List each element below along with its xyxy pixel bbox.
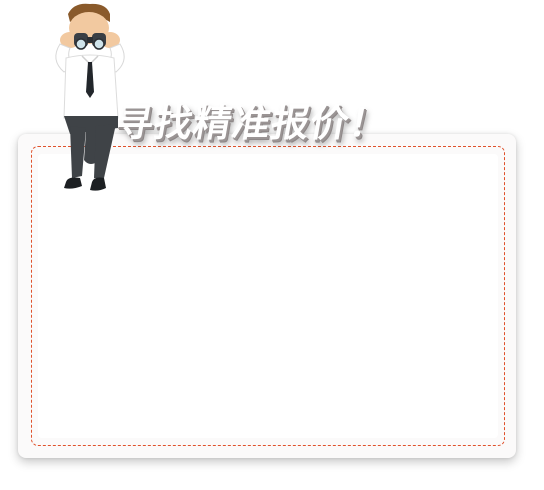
title-banner: 寻找精准报价！ xyxy=(112,92,393,145)
businessman-binoculars-icon xyxy=(30,0,150,200)
page-title: 寻找精准报价！ xyxy=(111,101,393,145)
